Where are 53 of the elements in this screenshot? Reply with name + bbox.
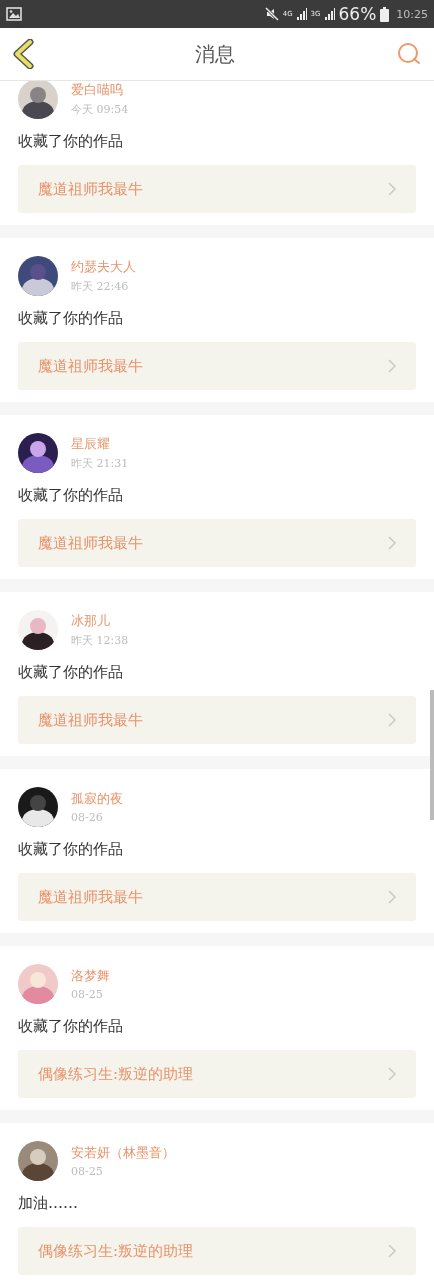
work-title: 魔道祖师我最牛 <box>38 533 143 553</box>
timestamp: 08-25 <box>71 1165 104 1178</box>
battery-icon <box>380 6 390 22</box>
user-name[interactable]: 爱白喵呜 <box>71 81 129 99</box>
work-title: 魔道祖师我最牛 <box>38 356 143 376</box>
message-text: 收藏了你的作品 <box>18 663 124 682</box>
work-link[interactable]: 魔道祖师我最牛 <box>18 342 416 390</box>
message-text: 加油…… <box>18 1194 79 1213</box>
user-name[interactable]: 洛梦舞 <box>71 967 110 985</box>
work-title: 偶像练习生:叛逆的助理 <box>38 1241 194 1261</box>
user-name[interactable]: 安若妍（林墨音） <box>71 1144 175 1162</box>
message-text: 收藏了你的作品 <box>18 132 124 151</box>
work-link[interactable]: 魔道祖师我最牛 <box>18 873 416 921</box>
user-name[interactable]: 冰那儿 <box>71 612 129 630</box>
timestamp: 08-25 <box>71 988 104 1001</box>
timestamp: 08-26 <box>71 811 104 824</box>
work-link[interactable]: 偶像练习生:叛逆的助理 <box>18 1050 416 1098</box>
work-title: 魔道祖师我最牛 <box>38 887 143 907</box>
message-text: 收藏了你的作品 <box>18 309 124 328</box>
chevron-right-icon <box>388 713 396 727</box>
user-name[interactable]: 星辰耀 <box>71 435 129 453</box>
message-text: 收藏了你的作品 <box>18 486 124 505</box>
work-link[interactable]: 魔道祖师我最牛 <box>18 519 416 567</box>
message-text: 收藏了你的作品 <box>18 1017 124 1036</box>
back-chevron-icon <box>12 39 34 69</box>
battery-percentage: 66% <box>338 4 377 24</box>
chevron-right-icon <box>388 536 396 550</box>
timestamp: 今天 09:54 <box>71 102 129 117</box>
mute-icon <box>264 7 279 21</box>
timestamp: 昨天 22:46 <box>71 279 130 294</box>
back-button[interactable] <box>10 37 36 71</box>
timestamp: 昨天 12:38 <box>71 633 129 648</box>
chevron-right-icon <box>388 182 396 196</box>
page-title: 消息 <box>195 40 235 68</box>
signal-icon <box>324 8 335 20</box>
work-link[interactable]: 魔道祖师我最牛 <box>18 696 416 744</box>
chevron-right-icon <box>388 359 396 373</box>
image-icon <box>6 7 22 21</box>
user-name[interactable]: 约瑟夫大人 <box>71 258 136 276</box>
timestamp: 昨天 21:31 <box>71 456 129 471</box>
work-title: 魔道祖师我最牛 <box>38 710 143 730</box>
work-title: 偶像练习生:叛逆的助理 <box>38 1064 194 1084</box>
work-link[interactable]: 偶像练习生:叛逆的助理 <box>18 1227 416 1275</box>
signal-icon <box>296 8 307 20</box>
chevron-right-icon <box>388 1067 396 1081</box>
search-icon <box>396 41 422 67</box>
message-text: 收藏了你的作品 <box>18 840 124 859</box>
work-title: 魔道祖师我最牛 <box>38 179 143 199</box>
work-link[interactable]: 魔道祖师我最牛 <box>18 165 416 213</box>
clock: 10:25 <box>396 7 428 21</box>
chevron-right-icon <box>388 890 396 904</box>
user-name[interactable]: 孤寂的夜 <box>71 790 123 808</box>
chevron-right-icon <box>388 1244 396 1258</box>
